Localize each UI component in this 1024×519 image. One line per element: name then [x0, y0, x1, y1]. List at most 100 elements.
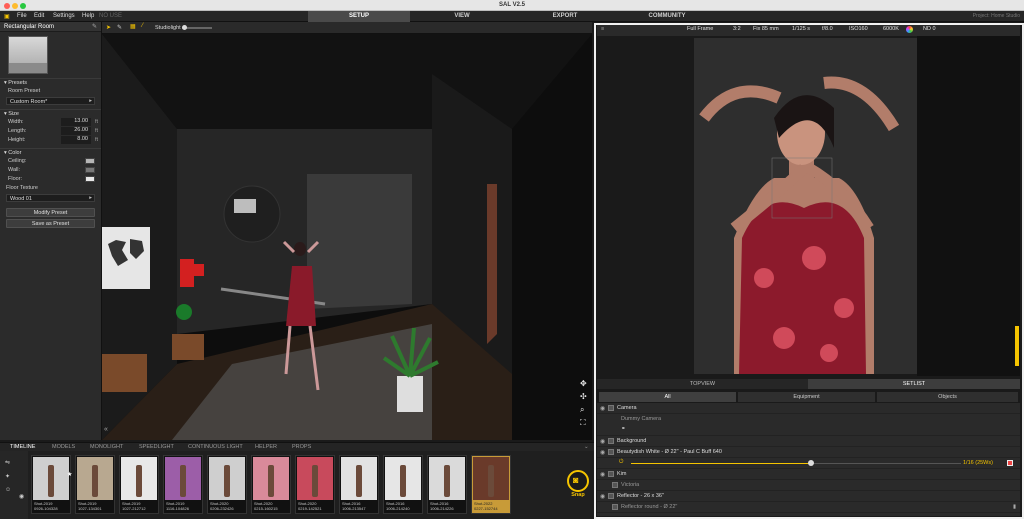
tab-props[interactable]: PROPS — [292, 444, 311, 450]
tab-continuous-light[interactable]: CONTINUOUS LIGHT — [188, 444, 243, 450]
menu-help[interactable]: Help — [82, 13, 94, 19]
menu-file[interactable]: File — [17, 13, 27, 19]
grid-toggle-icon[interactable]: ▦ — [130, 23, 136, 30]
filter-all[interactable]: All — [599, 392, 736, 402]
light-icon[interactable]: ✦ — [5, 473, 10, 480]
fit-view-icon[interactable]: ⛶ — [580, 418, 586, 428]
setlist-row[interactable]: ◉ Camera — [597, 403, 1020, 414]
modify-preset-button[interactable]: Modify Preset — [6, 208, 95, 217]
eye-icon[interactable]: ◉ — [19, 493, 24, 500]
filter-equipment[interactable]: Equipment — [738, 392, 875, 402]
tab-speedlight[interactable]: SPEEDLIGHT — [139, 444, 174, 450]
photo-preview[interactable] — [597, 36, 1020, 376]
shutter-speed-select[interactable]: 1/125 s — [792, 26, 810, 32]
setlist-row[interactable]: ◉ Beautydish White - Ø 22" - Paul C Buff … — [597, 447, 1020, 458]
height-input[interactable]: 8.00 — [61, 136, 91, 144]
snap-button[interactable]: ◙ — [567, 470, 589, 492]
setlist-row[interactable]: Dummy Camera ⚭ — [597, 414, 1020, 436]
save-as-preset-button[interactable]: Save as Preset — [6, 219, 95, 228]
room-thumbnail[interactable] — [8, 36, 48, 74]
timeline-shot[interactable]: Shot-2019 0926-104328 — [31, 455, 71, 514]
length-row: Length: 26.00 ft — [0, 127, 101, 136]
timeline-shot[interactable]: Shot-2020 0215-160215 — [251, 455, 291, 514]
timeline-shot[interactable]: Shot-2020 0219-142521 — [295, 455, 335, 514]
color-section[interactable]: ▾ Color — [0, 148, 101, 157]
timeline-shot[interactable]: Shot-2020 0206-232426 — [207, 455, 247, 514]
setlist-row[interactable]: ◉ Reflector - 26 x 36" — [597, 491, 1020, 502]
setlist-row[interactable]: Reflector round - Ø 22" ▮ — [597, 502, 1020, 513]
power-icon[interactable]: ⏻ — [619, 459, 623, 466]
move-icon[interactable]: ✥ — [580, 379, 587, 388]
tab-helper[interactable]: HELPER — [255, 444, 277, 450]
compare-icon[interactable]: ⇋ — [5, 459, 10, 466]
timeline-shot[interactable]: Shot-2019 1116-104826 — [163, 455, 203, 514]
tab-setup[interactable]: SETUP — [308, 11, 410, 22]
iso-select[interactable]: ISO160 — [849, 26, 868, 32]
timeline-shot[interactable]: Shot-2016 1006-213547 — [339, 455, 379, 514]
delete-icon[interactable]: ▮ — [1013, 504, 1016, 510]
visibility-eye-icon[interactable]: ◉ — [600, 449, 605, 456]
tab-community[interactable]: COMMUNITY — [616, 11, 718, 22]
size-label: Size — [8, 111, 19, 117]
menu-settings[interactable]: Settings — [53, 13, 75, 19]
menu-edit[interactable]: Edit — [34, 13, 44, 19]
visibility-eye-icon[interactable]: ◉ — [600, 471, 605, 478]
timeline-shot[interactable]: Shot-2016 1006-214226 — [427, 455, 467, 514]
setlist-row[interactable]: Victoria — [597, 480, 1020, 491]
filter-objects[interactable]: Objects — [877, 392, 1018, 402]
3d-viewport[interactable]: ✥ ✣ ⌕ ⛶ « — [102, 34, 592, 440]
focal-length-select[interactable]: Fix 85 mm — [753, 26, 779, 32]
color-wheel-icon[interactable] — [906, 26, 913, 33]
pencil-tool-icon[interactable]: ✎ — [117, 24, 122, 31]
white-balance-select[interactable]: 6000K — [883, 26, 899, 32]
zoom-icon[interactable]: ⌕ — [580, 405, 584, 415]
tab-monolight[interactable]: MONOLIGHT — [90, 444, 123, 450]
timeline-shot[interactable]: Shot-2019 1027-134301 — [75, 455, 115, 514]
frame-format-select[interactable]: Full Frame — [687, 26, 713, 32]
timeline-shot[interactable]: Shot-2022 0227-152744 — [471, 455, 511, 514]
pin-icon[interactable]: ✎ — [92, 23, 97, 30]
collapse-left-icon[interactable]: « — [104, 426, 108, 433]
select-tool-icon[interactable]: ➤ — [106, 24, 111, 31]
pan-icon[interactable]: ✣ — [580, 392, 587, 401]
power-slider-track[interactable] — [631, 463, 811, 464]
favorite-star-icon[interactable]: ★ — [67, 471, 72, 478]
visibility-eye-icon[interactable]: ◉ — [600, 493, 605, 500]
model-icon[interactable]: ☺ — [5, 487, 11, 493]
tab-timeline[interactable]: TIMELINE — [10, 444, 35, 450]
size-section[interactable]: ▾ Size — [0, 109, 101, 118]
measure-tool-icon[interactable]: ⁄ — [142, 23, 143, 29]
light-color-swatch[interactable] — [1007, 460, 1013, 466]
setlist-row[interactable]: ◉ Background — [597, 436, 1020, 447]
studiolight-slider-thumb[interactable] — [182, 25, 187, 30]
setlist-label: Victoria — [621, 482, 640, 488]
tab-models[interactable]: MODELS — [52, 444, 75, 450]
chevron-right-icon: ▸ — [89, 98, 92, 104]
room-preset-label: Room Preset — [8, 88, 41, 94]
tab-topview[interactable]: TOPVIEW — [597, 379, 808, 389]
floor-texture-dropdown[interactable]: Wood 01 ▸ — [6, 194, 95, 202]
panel-title: Rectangular Room — [4, 24, 55, 30]
wall-color-swatch[interactable] — [85, 167, 95, 173]
setlist-row[interactable]: ◉ Kim — [597, 469, 1020, 480]
tab-export[interactable]: EXPORT — [514, 11, 616, 22]
collapse-icon[interactable]: ⌄ — [584, 444, 589, 450]
ceiling-color-swatch[interactable] — [85, 158, 95, 164]
presets-section[interactable]: ▾ Presets — [0, 78, 101, 87]
visibility-eye-icon[interactable]: ◉ — [600, 438, 605, 445]
width-input[interactable]: 13.00 — [61, 118, 91, 126]
floor-color-swatch[interactable] — [85, 176, 95, 182]
visibility-eye-icon[interactable]: ◉ — [600, 405, 605, 412]
tab-setlist[interactable]: SETLIST — [808, 379, 1020, 389]
tab-view[interactable]: VIEW — [410, 11, 514, 22]
aperture-select[interactable]: f/8.0 — [822, 26, 833, 32]
timeline-shot[interactable]: Shot-2019 1027-212712 — [119, 455, 159, 514]
power-slider-thumb[interactable] — [808, 460, 814, 466]
nd-filter-select[interactable]: ND 0 — [923, 26, 936, 32]
link-icon[interactable]: ⚭ — [621, 426, 626, 432]
length-input[interactable]: 26.00 — [61, 127, 91, 135]
room-preset-dropdown[interactable]: Custom Room* ▸ — [6, 97, 95, 105]
menu-icon[interactable]: ≡ — [601, 26, 604, 32]
timeline-shot[interactable]: Shot-2016 1006-214240 — [383, 455, 423, 514]
aspect-ratio-select[interactable]: 3:2 — [733, 26, 741, 32]
